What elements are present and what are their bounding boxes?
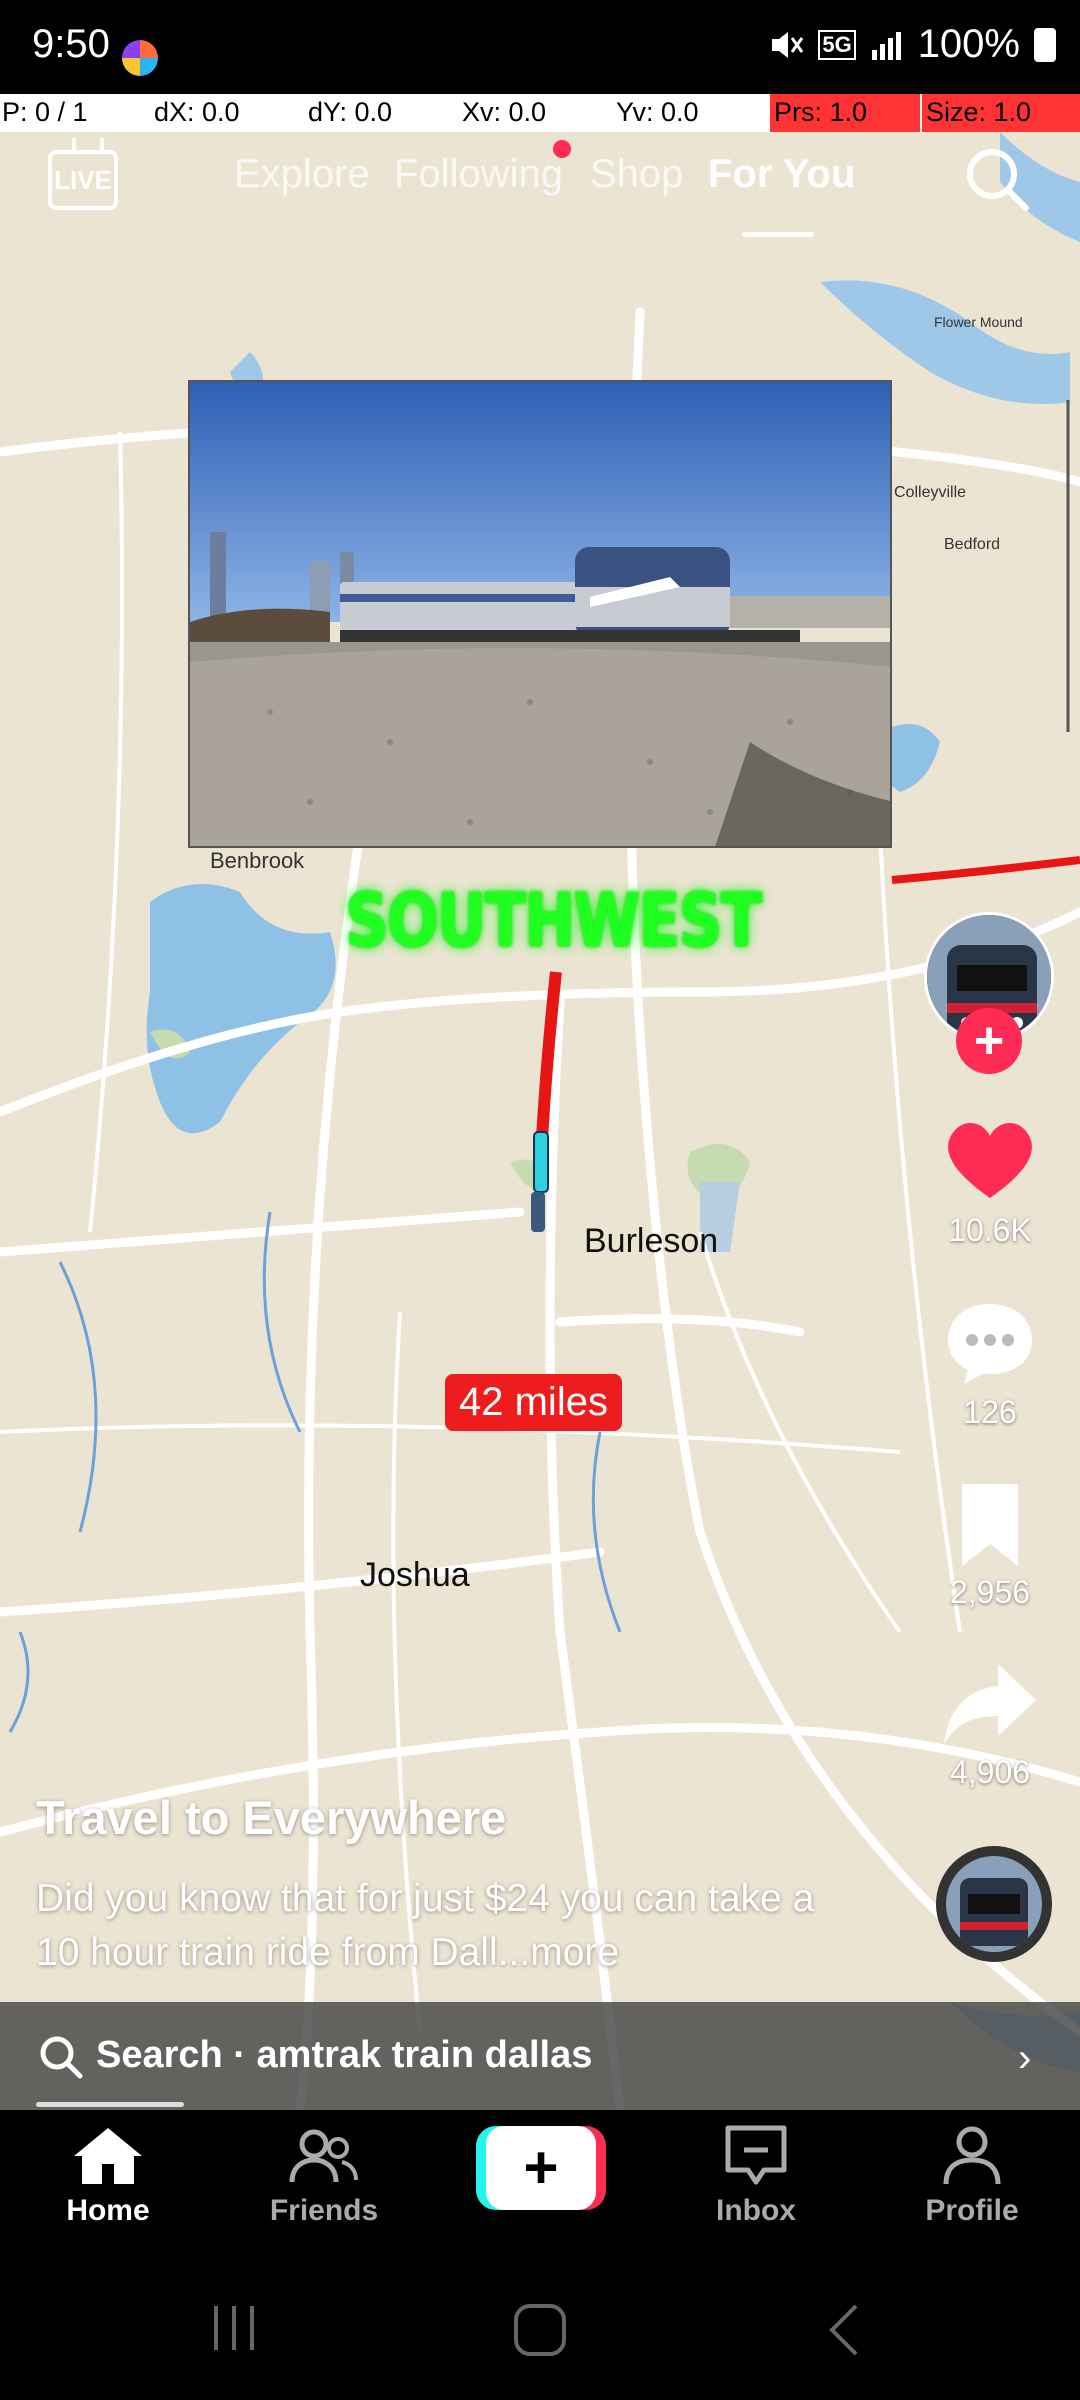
share-count: 4,906 xyxy=(949,1754,1031,1790)
tab-shop[interactable]: Shop xyxy=(590,152,683,197)
search-icon[interactable] xyxy=(962,144,1032,214)
video-description[interactable]: Did you know that for just $24 you can t… xyxy=(36,1872,856,1980)
chevron-right-icon: › xyxy=(1018,2036,1032,2080)
following-notification-dot xyxy=(553,140,571,158)
home-icon xyxy=(74,2128,142,2184)
place-label-bedford: Bedford xyxy=(944,536,1001,553)
mute-icon xyxy=(772,31,804,58)
nav-friends[interactable]: Friends xyxy=(244,2124,404,2228)
save-count: 2,956 xyxy=(949,1574,1031,1610)
profile-icon xyxy=(943,2126,1001,2185)
nav-inbox-label: Inbox xyxy=(716,2194,796,2227)
pointer-debug-overlay: P: 0 / 1 dX: 0.0 dY: 0.0 Xv: 0.0 Yv: 0.0… xyxy=(0,94,1080,132)
back-icon[interactable] xyxy=(820,2300,870,2360)
status-bar: 9:50 5G 100% xyxy=(0,0,1080,88)
nav-home-label: Home xyxy=(66,2194,150,2227)
home-system-icon[interactable] xyxy=(510,2300,570,2360)
overlay-caption-text: SOUTHWEST xyxy=(345,878,762,964)
plus-icon: + xyxy=(486,2126,596,2210)
description-text: Did you know that for just $24 you can t… xyxy=(36,1877,815,1974)
recents-icon[interactable] xyxy=(206,2300,262,2356)
heart-icon[interactable] xyxy=(940,1110,1040,1210)
live-label: LIVE xyxy=(54,164,112,195)
create-button[interactable]: + xyxy=(476,2126,606,2210)
tab-for-you[interactable]: For You xyxy=(708,152,855,197)
debug-dx: dX: 0.0 xyxy=(154,97,240,127)
video-progress-bar[interactable] xyxy=(36,2102,184,2107)
nav-profile-label: Profile xyxy=(925,2194,1019,2227)
train-photo xyxy=(188,380,892,848)
top-nav: LIVE Explore Following Shop For You xyxy=(0,132,1080,252)
more-link[interactable]: more xyxy=(530,1931,619,1974)
place-label-burleson: Burleson xyxy=(584,1222,719,1260)
debug-xv: Xv: 0.0 xyxy=(462,97,547,127)
bookmark-icon[interactable] xyxy=(940,1474,1040,1574)
status-right: 5G 100% xyxy=(766,22,1056,67)
sound-disc[interactable] xyxy=(936,1846,1052,1962)
train-photo-image xyxy=(190,382,890,846)
comment-icon[interactable] xyxy=(940,1292,1040,1392)
video-title: Travel to Everywhere xyxy=(36,1791,507,1844)
place-label-colleyville: Colleyville xyxy=(894,484,967,501)
debug-dy: dY: 0.0 xyxy=(308,97,393,127)
nav-inbox[interactable]: Inbox xyxy=(676,2124,836,2228)
debug-pointer: P: 0 / 1 xyxy=(2,97,88,127)
active-tab-indicator xyxy=(742,232,814,237)
app-notification-icon xyxy=(122,40,158,76)
nav-friends-label: Friends xyxy=(269,2194,379,2227)
distance-label: 42 miles xyxy=(445,1374,622,1431)
battery-percent: 100% xyxy=(917,22,1020,66)
place-label-joshua: Joshua xyxy=(360,1556,470,1594)
train-marker xyxy=(533,1131,549,1193)
debug-yv: Yv: 0.0 xyxy=(616,97,699,127)
follow-button[interactable]: + xyxy=(956,1008,1022,1074)
nav-profile[interactable]: Profile xyxy=(892,2124,1052,2228)
friends-icon xyxy=(289,2129,358,2183)
bottom-nav: Home Friends + Inbox Profile xyxy=(0,2110,1080,2270)
battery-icon xyxy=(1034,27,1056,62)
network-label: 5G xyxy=(818,29,856,60)
related-search-bar[interactable]: Search · amtrak train dallas › xyxy=(0,2002,1080,2110)
share-icon[interactable] xyxy=(940,1654,1040,1754)
system-nav-bar xyxy=(0,2270,1080,2400)
related-search-text: Search · amtrak train dallas xyxy=(96,2034,593,2076)
debug-size: Size: 1.0 xyxy=(922,94,1080,132)
nav-home[interactable]: Home xyxy=(28,2124,188,2228)
live-button[interactable]: LIVE xyxy=(48,150,118,210)
signal-icon xyxy=(871,31,901,60)
train-marker xyxy=(531,1192,545,1232)
search-icon xyxy=(40,2036,83,2079)
status-time: 9:50 xyxy=(32,22,110,66)
place-label-flower-mound: Flower Mound xyxy=(934,314,1023,330)
comment-count: 126 xyxy=(963,1394,1017,1430)
sound-disc-image xyxy=(946,1856,1042,1952)
tab-explore[interactable]: Explore xyxy=(234,152,370,197)
debug-pressure: Prs: 1.0 xyxy=(770,94,920,132)
like-count: 10.6K xyxy=(948,1212,1032,1248)
inbox-icon xyxy=(725,2125,787,2185)
tab-following[interactable]: Following xyxy=(394,152,563,197)
place-label-benbrook: Benbrook xyxy=(210,848,305,873)
